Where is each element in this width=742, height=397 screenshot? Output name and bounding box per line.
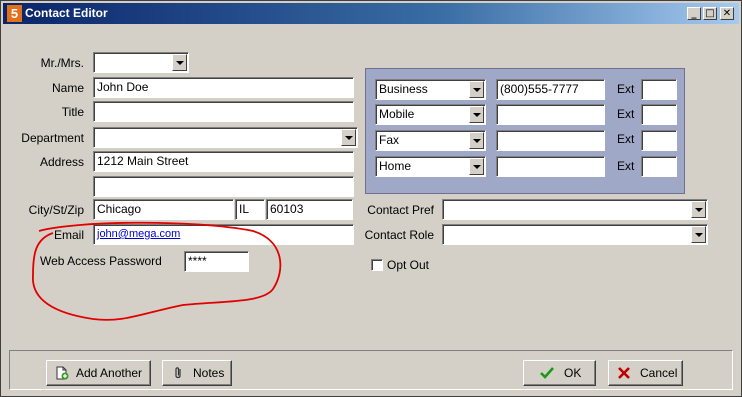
app-icon: 5 — [7, 5, 22, 22]
phone-type-value: Fax — [379, 133, 400, 147]
ext-field-2[interactable] — [641, 104, 677, 125]
salutation-select[interactable] — [93, 52, 189, 73]
phone-type-select-1[interactable]: Business — [375, 79, 486, 100]
red-circle-annotation — [32, 221, 282, 321]
title-bar[interactable]: 5 Contact Editor _ □ ✕ — [3, 3, 739, 24]
phone-type-select-3[interactable]: Fax — [375, 130, 486, 151]
ext-field-3[interactable] — [641, 130, 677, 151]
name-label: Name — [51, 81, 84, 95]
phone-number-field-4[interactable] — [496, 156, 605, 177]
contact-editor-window: 5 Contact Editor _ □ ✕ Mr./Mrs. Name Joh… — [0, 0, 742, 397]
contact-pref-label: Contact Pref — [367, 203, 434, 217]
window-title: Contact Editor — [25, 6, 108, 20]
paperclip-icon — [175, 367, 181, 379]
phone-number-field-3[interactable] — [496, 130, 605, 151]
cancel-label: Cancel — [640, 366, 678, 380]
phone-type-value: Home — [379, 159, 412, 173]
ext-label: Ext — [617, 107, 635, 121]
notes-button[interactable]: Notes — [162, 360, 232, 386]
ext-label: Ext — [617, 82, 635, 96]
phone-type-select-2[interactable]: Mobile — [375, 104, 486, 125]
chevron-down-icon[interactable] — [469, 158, 484, 175]
chevron-down-icon[interactable] — [172, 54, 187, 71]
chevron-down-icon[interactable] — [469, 106, 484, 123]
close-button[interactable]: ✕ — [720, 7, 734, 20]
ext-field-1[interactable] — [641, 79, 677, 100]
x-icon — [618, 367, 630, 379]
department-label: Department — [21, 131, 84, 145]
ok-button[interactable]: OK — [523, 360, 596, 386]
address-label: Address — [39, 155, 84, 169]
contact-pref-select[interactable] — [442, 199, 708, 220]
chevron-down-icon[interactable] — [691, 201, 706, 218]
phone-type-select-4[interactable]: Home — [375, 156, 486, 177]
chevron-down-icon[interactable] — [469, 81, 484, 98]
phone-number-field-1[interactable]: (800)555-7777 — [496, 79, 605, 100]
contact-role-label: Contact Role — [364, 228, 434, 242]
title-label: Title — [61, 105, 84, 119]
opt-out-checkbox[interactable] — [371, 259, 383, 271]
department-select[interactable] — [93, 127, 358, 148]
cancel-button[interactable]: Cancel — [608, 360, 683, 386]
ok-label: OK — [564, 366, 582, 380]
address-line2-field[interactable] — [93, 176, 354, 197]
salutation-label: Mr./Mrs. — [40, 56, 84, 70]
chevron-down-icon[interactable] — [341, 129, 356, 146]
ext-field-4[interactable] — [641, 156, 677, 177]
add-another-button[interactable]: Add Another — [46, 360, 151, 386]
phone-type-value: Mobile — [379, 107, 415, 121]
phone-type-value: Business — [379, 82, 428, 96]
title-field[interactable] — [93, 101, 354, 122]
address-line1-field[interactable]: 1212 Main Street — [93, 151, 354, 172]
checkmark-icon — [540, 367, 554, 379]
chevron-down-icon[interactable] — [469, 132, 484, 149]
name-field[interactable]: John Doe — [93, 77, 354, 98]
add-document-icon — [56, 366, 69, 380]
add-another-label: Add Another — [76, 366, 143, 380]
city-st-zip-label: City/St/Zip — [28, 203, 84, 217]
opt-out-label: Opt Out — [387, 258, 430, 272]
minimize-button[interactable]: _ — [687, 7, 701, 20]
contact-role-select[interactable] — [442, 224, 708, 245]
ext-label: Ext — [617, 132, 635, 146]
notes-label: Notes — [193, 366, 225, 380]
ext-label: Ext — [617, 159, 635, 173]
maximize-button[interactable]: □ — [703, 7, 717, 20]
phone-number-field-2[interactable] — [496, 104, 605, 125]
chevron-down-icon[interactable] — [691, 226, 706, 243]
